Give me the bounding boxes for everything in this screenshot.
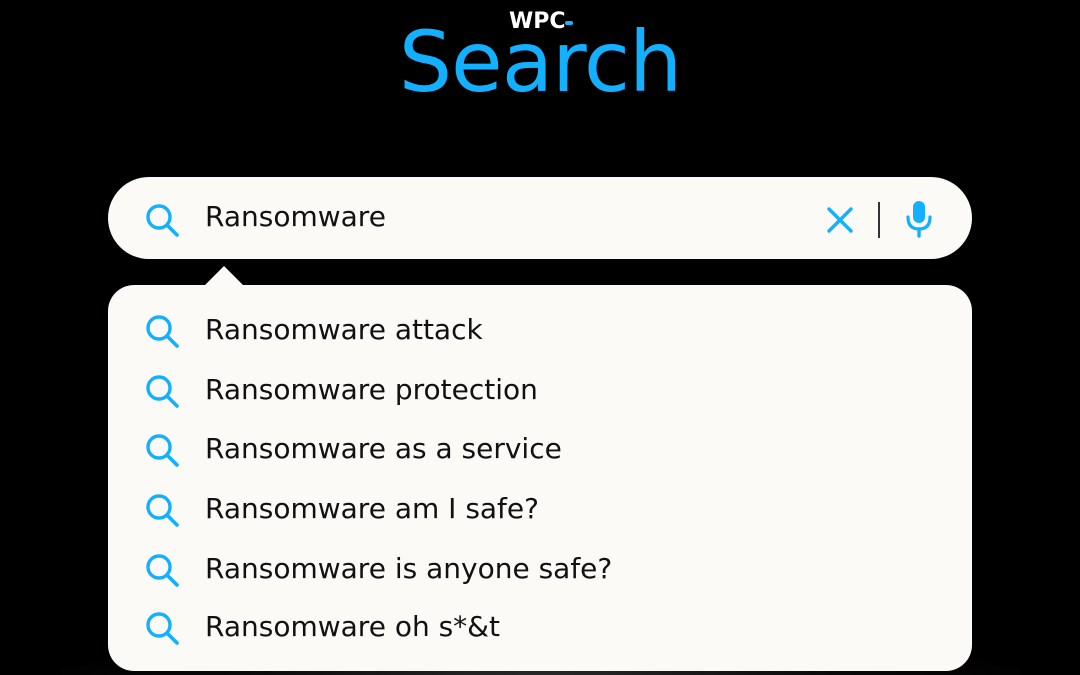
- voice-search-button[interactable]: [899, 197, 939, 241]
- suggestion-item[interactable]: Ransomware attack: [108, 301, 972, 357]
- search-input[interactable]: Ransomware: [205, 199, 386, 235]
- close-icon: [826, 206, 854, 234]
- search-icon: [143, 312, 183, 352]
- suggestion-item[interactable]: Ransomware oh s*&t: [108, 598, 972, 654]
- suggestion-label: Ransomware is anyone safe?: [205, 552, 613, 585]
- search-page: WPC Search Ransomware Ransomware attack …: [0, 0, 1080, 675]
- search-icon: [143, 431, 183, 471]
- suggestion-label: Ransomware as a service: [205, 432, 562, 465]
- suggestion-item[interactable]: Ransomware is anyone safe?: [108, 540, 972, 596]
- suggestion-label: Ransomware protection: [205, 373, 538, 406]
- suggestion-label: Ransomware am I safe?: [205, 492, 540, 525]
- clear-button[interactable]: [820, 202, 860, 238]
- suggestion-item[interactable]: Ransomware protection: [108, 361, 972, 417]
- suggestion-item[interactable]: Ransomware am I safe?: [108, 480, 972, 536]
- suggestion-label: Ransomware attack: [205, 313, 483, 346]
- microphone-icon: [904, 199, 934, 239]
- search-bar[interactable]: Ransomware: [108, 177, 972, 259]
- suggestion-list: Ransomware attack Ransomware protection …: [108, 285, 972, 671]
- search-icon: [143, 609, 183, 649]
- suggestion-item[interactable]: Ransomware as a service: [108, 420, 972, 476]
- logo-title: Search: [398, 13, 683, 111]
- suggestion-label: Ransomware oh s*&t: [205, 610, 500, 643]
- search-divider: [878, 202, 880, 238]
- suggestion-pointer: [204, 266, 244, 286]
- search-icon: [143, 491, 183, 531]
- search-icon: [143, 551, 183, 591]
- search-icon: [143, 372, 183, 412]
- search-icon: [143, 201, 183, 241]
